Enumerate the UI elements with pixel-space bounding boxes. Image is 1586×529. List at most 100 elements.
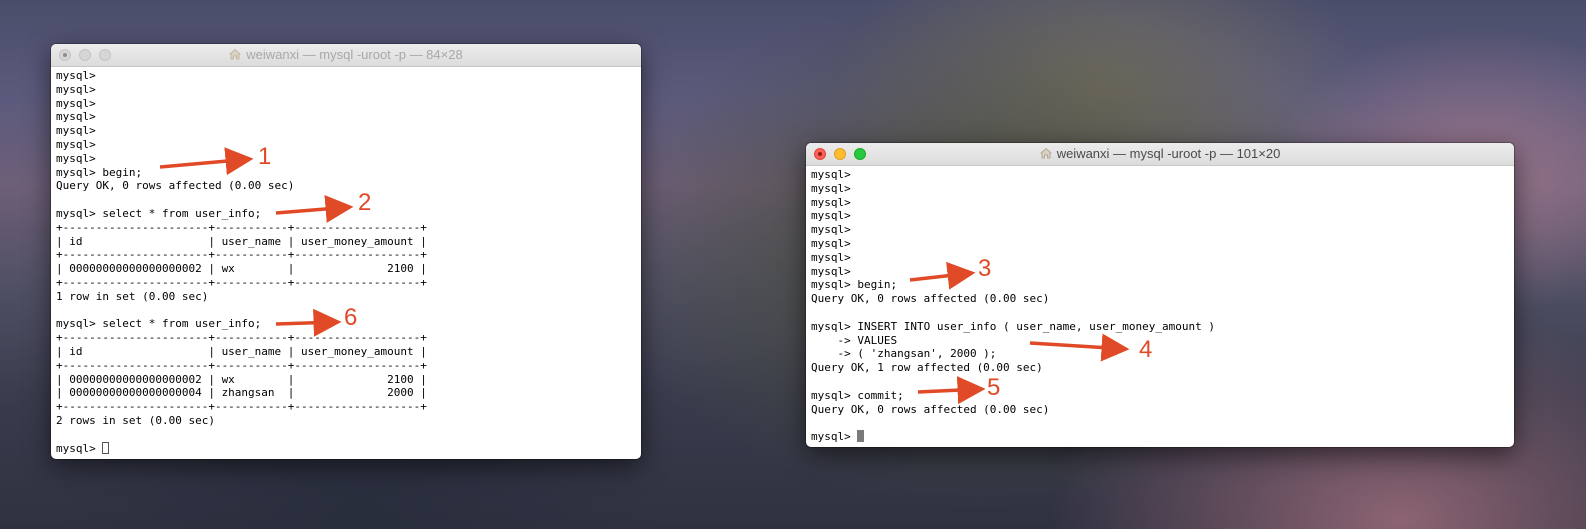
terminal-line-text: mysql>	[811, 168, 851, 181]
terminal-line-text: mysql>	[56, 96, 96, 110]
terminal-line: mysql>	[56, 110, 641, 124]
right-terminal-titlebar[interactable]: weiwanxi — mysql -uroot -p — 101×20	[806, 143, 1514, 166]
terminal-line-text: mysql>	[811, 250, 851, 264]
terminal-line: mysql>	[56, 152, 641, 166]
terminal-line: | 00000000000000000002 | wx | 2100 |	[56, 262, 641, 276]
terminal-line: Query OK, 0 rows affected (0.00 sec)	[56, 179, 641, 193]
terminal-line-text: mysql>	[811, 264, 851, 278]
terminal-line: Query OK, 0 rows affected (0.00 sec)	[811, 403, 1514, 417]
terminal-line-text: +----------------------+-----------+----…	[56, 220, 427, 234]
text-cursor	[102, 441, 110, 454]
terminal-line: mysql>	[811, 223, 1514, 237]
terminal-line-text: -> VALUES	[811, 333, 898, 347]
terminal-line-text: | id | user_name | user_money_amount |	[56, 234, 427, 248]
terminal-line-text: mysql> select * from user_info;	[56, 317, 262, 331]
terminal-line: mysql>	[811, 237, 1514, 251]
home-folder-icon	[229, 48, 242, 60]
terminal-line-text: mysql>	[56, 82, 96, 96]
annotation-6: 6	[344, 304, 358, 331]
terminal-line: mysql>	[811, 430, 1514, 444]
left-terminal-titlebar[interactable]: weiwanxi — mysql -uroot -p — 84×28	[51, 44, 641, 67]
left-terminal-output[interactable]: mysql> mysql> mysql> mysql> mysql> mysql> mysq…	[51, 67, 641, 455]
terminal-line: mysql>	[56, 124, 641, 138]
terminal-line: | id | user_name | user_money_amount |	[56, 235, 641, 249]
right-terminal-output[interactable]: mysql> mysql> mysql> mysql> mysql> mysql> mysq…	[806, 166, 1514, 444]
terminal-line: +----------------------+-----------+----…	[56, 248, 641, 262]
terminal-line: mysql>	[56, 69, 641, 83]
terminal-line: mysql>	[811, 196, 1514, 210]
terminal-line: mysql> begin;	[56, 166, 641, 180]
terminal-line-text: mysql>	[811, 236, 851, 250]
terminal-line-text: Query OK, 0 rows affected (0.00 sec)	[811, 402, 1050, 416]
terminal-line: mysql> commit;	[811, 389, 1514, 403]
left-terminal-title: weiwanxi — mysql -uroot -p — 84×28	[51, 44, 641, 66]
terminal-line: -> ( 'zhangsan', 2000 );	[811, 347, 1514, 361]
terminal-line-text: +----------------------+-----------+----…	[56, 275, 427, 289]
terminal-line-text: mysql>	[56, 110, 96, 124]
left-terminal-window[interactable]: weiwanxi — mysql -uroot -p — 84×28 mysql…	[51, 44, 641, 459]
terminal-line: mysql>	[56, 83, 641, 97]
annotation-1: 1	[258, 143, 272, 170]
terminal-line: 1 row in set (0.00 sec)	[56, 290, 641, 304]
terminal-line: mysql>	[811, 251, 1514, 265]
terminal-line: Query OK, 1 row affected (0.00 sec)	[811, 361, 1514, 375]
terminal-line-text: mysql>	[56, 69, 96, 82]
terminal-line-text: mysql>	[811, 181, 851, 195]
terminal-line: mysql>	[811, 209, 1514, 223]
terminal-line: mysql>	[56, 97, 641, 111]
terminal-line-text: mysql> commit;	[811, 388, 904, 402]
terminal-line-text: mysql>	[811, 195, 851, 209]
terminal-line-text: | 00000000000000000002 | wx | 2100 |	[56, 262, 427, 276]
terminal-line-text: mysql> select * from user_info;	[56, 206, 262, 220]
terminal-line: | 00000000000000000002 | wx | 2100 |	[56, 373, 641, 387]
terminal-line-text: 2 rows in set (0.00 sec)	[56, 413, 215, 427]
terminal-line-text: Query OK, 0 rows affected (0.00 sec)	[56, 179, 295, 193]
terminal-line: | id | user_name | user_money_amount |	[56, 345, 641, 359]
text-cursor	[857, 430, 865, 443]
terminal-line: Query OK, 0 rows affected (0.00 sec)	[811, 292, 1514, 306]
terminal-line-text: mysql>	[56, 137, 96, 151]
terminal-line-text: mysql>	[811, 223, 851, 237]
terminal-line: mysql> select * from user_info;	[56, 207, 641, 221]
terminal-line-text: mysql>	[56, 124, 96, 138]
terminal-line-text: +----------------------+-----------+----…	[56, 331, 427, 345]
terminal-line-text: | id | user_name | user_money_amount |	[56, 344, 427, 358]
terminal-line: mysql>	[811, 265, 1514, 279]
terminal-line-text: +----------------------+-----------+----…	[56, 248, 427, 262]
terminal-line: mysql>	[811, 168, 1514, 182]
right-terminal-title: weiwanxi — mysql -uroot -p — 101×20	[806, 143, 1514, 165]
terminal-line: +----------------------+-----------+----…	[56, 359, 641, 373]
terminal-line-text: | 00000000000000000004 | zhangsan | 2000…	[56, 386, 427, 400]
right-terminal-title-text: weiwanxi — mysql -uroot -p — 101×20	[1056, 146, 1281, 161]
terminal-line-text: mysql>	[56, 151, 96, 165]
terminal-line: mysql>	[811, 182, 1514, 196]
annotation-2: 2	[358, 189, 372, 216]
terminal-line-text: mysql> INSERT INTO user_info ( user_name…	[811, 319, 1215, 333]
annotation-5: 5	[987, 374, 1001, 401]
terminal-line: mysql>	[56, 138, 641, 152]
terminal-line: mysql> INSERT INTO user_info ( user_name…	[811, 320, 1514, 334]
right-terminal-window[interactable]: weiwanxi — mysql -uroot -p — 101×20 mysq…	[806, 143, 1514, 447]
terminal-line: +----------------------+-----------+----…	[56, 221, 641, 235]
terminal-line: +----------------------+-----------+----…	[56, 276, 641, 290]
terminal-line: mysql> begin;	[811, 278, 1514, 292]
annotation-3: 3	[978, 255, 992, 282]
terminal-line-text: Query OK, 1 row affected (0.00 sec)	[811, 361, 1043, 375]
terminal-line-text: mysql>	[811, 209, 851, 223]
terminal-line-text: mysql>	[56, 441, 103, 455]
terminal-line-text: +----------------------+-----------+----…	[56, 400, 427, 414]
terminal-line-text: 1 row in set (0.00 sec)	[56, 289, 209, 303]
terminal-line-text: mysql> begin;	[811, 278, 898, 292]
terminal-line-text: -> ( 'zhangsan', 2000 );	[811, 347, 997, 361]
terminal-line-text: | 00000000000000000002 | wx | 2100 |	[56, 372, 427, 386]
terminal-line: | 00000000000000000004 | zhangsan | 2000…	[56, 386, 641, 400]
home-folder-icon	[1039, 147, 1052, 159]
terminal-line-text: mysql>	[811, 430, 858, 444]
left-terminal-title-text: weiwanxi — mysql -uroot -p — 84×28	[246, 47, 463, 62]
terminal-line-text: +----------------------+-----------+----…	[56, 358, 427, 372]
terminal-line: mysql>	[56, 441, 641, 456]
